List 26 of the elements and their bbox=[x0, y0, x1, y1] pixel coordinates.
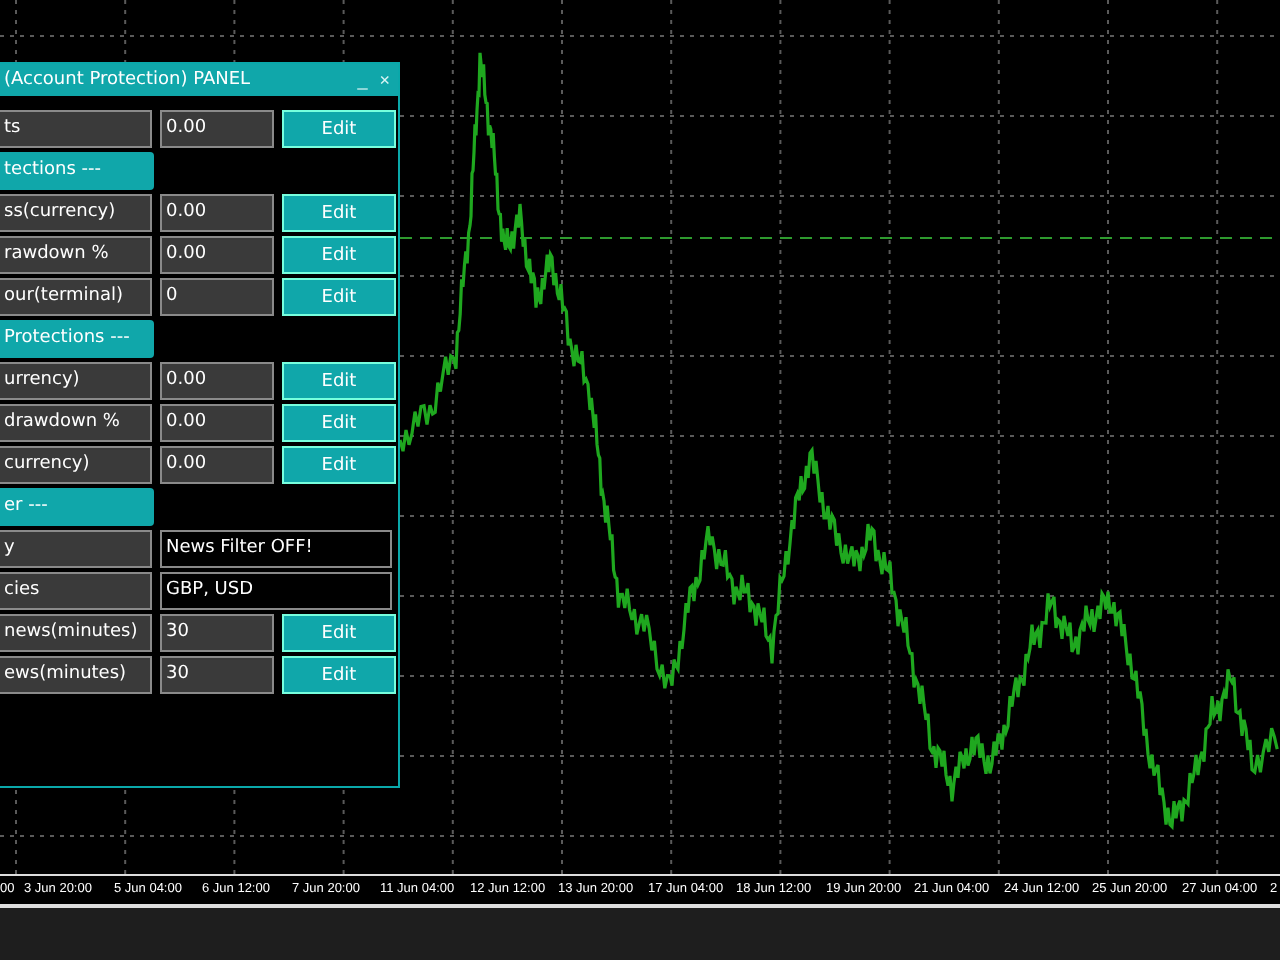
panel-title: (Account Protection) PANEL bbox=[4, 70, 253, 90]
value-field[interactable]: GBP, USD bbox=[160, 572, 392, 610]
section-header: tections --- bbox=[0, 152, 154, 190]
section-header: Protections --- bbox=[0, 320, 154, 358]
setting-label: cies bbox=[0, 572, 152, 610]
setting-label: currency) bbox=[0, 446, 152, 484]
value-field[interactable]: 30 bbox=[160, 656, 274, 694]
value-field[interactable]: 0.00 bbox=[160, 194, 274, 232]
value-field[interactable]: News Filter OFF! bbox=[160, 530, 392, 568]
section-header: er --- bbox=[0, 488, 154, 526]
value-field[interactable]: 0 bbox=[160, 278, 274, 316]
setting-label: rawdown % bbox=[0, 236, 152, 274]
setting-label: ts bbox=[0, 110, 152, 148]
setting-label: y bbox=[0, 530, 152, 568]
value-field[interactable]: 0.00 bbox=[160, 362, 274, 400]
setting-label: ss(currency) bbox=[0, 194, 152, 232]
setting-label: urrency) bbox=[0, 362, 152, 400]
value-field[interactable]: 0.00 bbox=[160, 110, 274, 148]
setting-label: our(terminal) bbox=[0, 278, 152, 316]
value-field[interactable]: 0.00 bbox=[160, 404, 274, 442]
value-field[interactable]: 30 bbox=[160, 614, 274, 652]
setting-label: news(minutes) bbox=[0, 614, 152, 652]
setting-label: ews(minutes) bbox=[0, 656, 152, 694]
value-field[interactable]: 0.00 bbox=[160, 236, 274, 274]
value-field[interactable]: 0.00 bbox=[160, 446, 274, 484]
setting-label: drawdown % bbox=[0, 404, 152, 442]
